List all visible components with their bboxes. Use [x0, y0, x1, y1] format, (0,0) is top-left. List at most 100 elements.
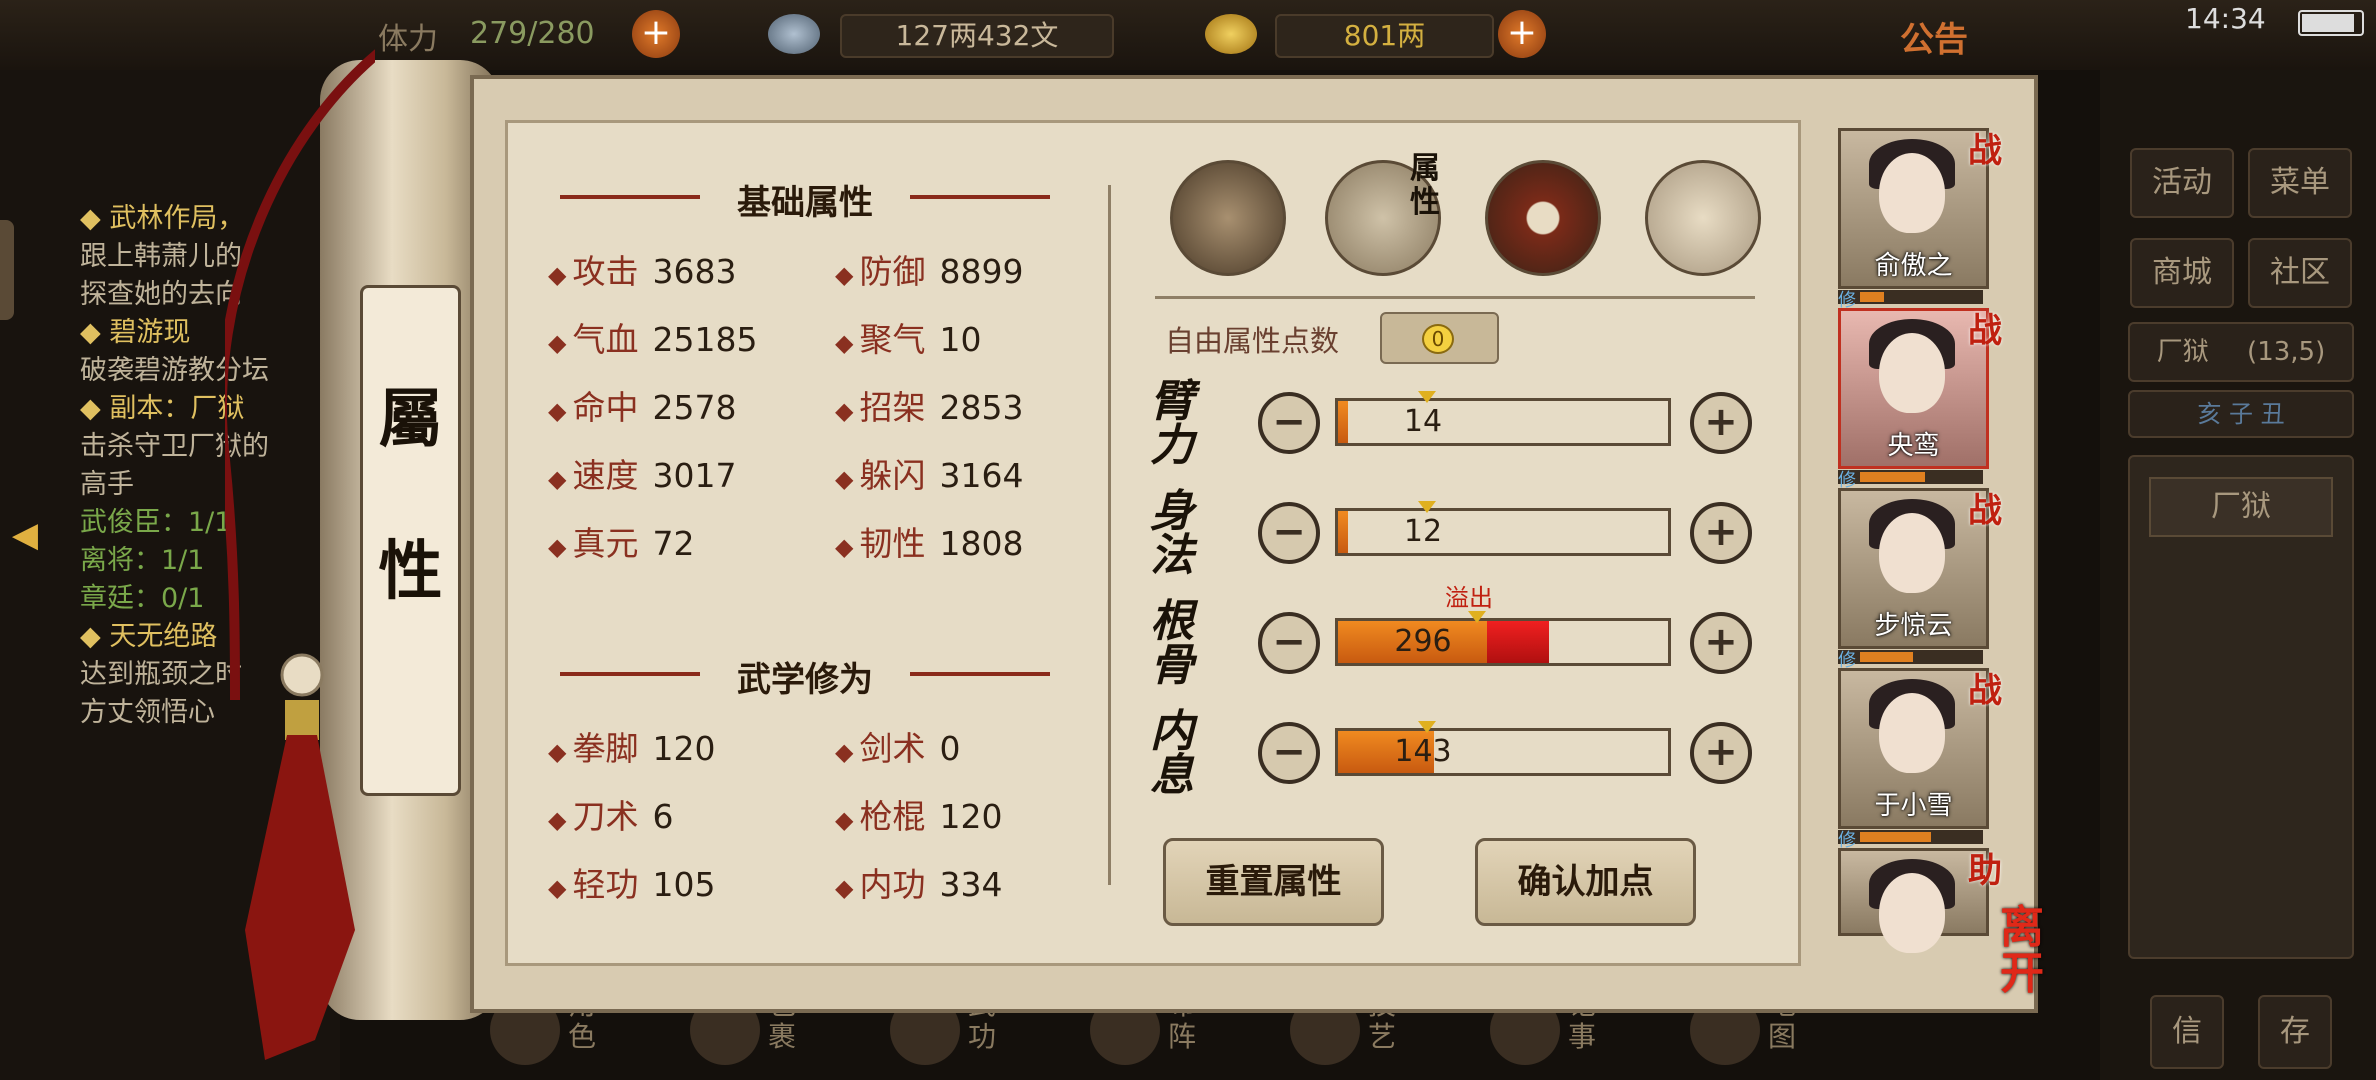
diamond-icon: ◆ — [548, 533, 567, 561]
menu-button[interactable]: 菜单 — [2248, 148, 2352, 218]
diamond-icon: ◆ — [548, 261, 567, 289]
character-portrait-tab[interactable] — [1170, 160, 1286, 276]
add-stamina-button[interactable]: + — [632, 10, 680, 58]
gold-ingot-icon — [1205, 14, 1257, 54]
diamond-icon: ◆ — [548, 397, 567, 425]
reset-attributes-button[interactable]: 重置属性 — [1163, 838, 1384, 926]
stamina-value: 279/280 — [470, 16, 595, 51]
increase-button[interactable]: + — [1690, 722, 1752, 784]
title-ornament-right — [910, 672, 1050, 676]
role-tag: 战 — [1968, 131, 2002, 171]
basic-stat: ◆ 命中 2578 — [548, 381, 736, 429]
increase-button[interactable]: + — [1690, 612, 1752, 674]
stat-value: 2578 — [652, 388, 737, 427]
stat-value: 72 — [652, 524, 695, 563]
letter-button[interactable]: 信 — [2150, 995, 2224, 1069]
diamond-icon: ◆ — [548, 738, 567, 766]
title-ornament-right — [910, 195, 1050, 199]
role-tag: 战 — [1968, 311, 2002, 351]
attribute-name: 根骨 — [1150, 596, 1194, 691]
attribute-bar: 14 — [1335, 391, 1671, 446]
basic-stat: ◆ 真元 72 — [548, 517, 694, 565]
martial-stat: ◆ 剑术 0 — [835, 722, 960, 770]
basic-stat: ◆ 聚气 10 — [835, 313, 981, 361]
attribute-value: 14 — [1403, 404, 1443, 439]
diamond-icon: ◆ — [548, 465, 567, 493]
face — [1879, 873, 1945, 953]
member-name: 俞傲之 — [1874, 251, 1953, 281]
location-name: 厂狱 — [2156, 337, 2209, 367]
confirm-points-button[interactable]: 确认加点 — [1475, 838, 1696, 926]
party-member-portrait[interactable]: 战央鸾 — [1838, 308, 2002, 469]
diamond-icon: ◆ — [835, 533, 854, 561]
party-member-portrait[interactable]: 战俞傲之 — [1838, 128, 2002, 289]
meridian-body-tab[interactable] — [1645, 160, 1761, 276]
gold-display: 801两 — [1275, 14, 1494, 58]
member-name: 步惊云 — [1874, 611, 1953, 641]
stat-name: 轻功 — [572, 865, 639, 904]
member-name: 于小雪 — [1874, 791, 1953, 821]
panel-divider — [1108, 185, 1111, 885]
cultivation-bar: 修 — [1838, 290, 1983, 311]
cultivation-fill — [1860, 652, 1914, 662]
save-button[interactable]: 存 — [2258, 995, 2332, 1069]
diamond-icon: ◆ — [835, 874, 854, 902]
stat-value: 10 — [939, 320, 982, 359]
stat-value: 120 — [939, 797, 1003, 836]
bagua-tab[interactable] — [1485, 160, 1601, 276]
stat-value: 120 — [652, 729, 716, 768]
leave-button[interactable]: 离开 — [2000, 905, 2044, 997]
scroll-title-char-1: 屬 — [378, 382, 443, 457]
martial-stat: ◆ 轻功 105 — [548, 858, 715, 906]
basic-attributes-title: 基础属性 — [737, 183, 873, 223]
party-member-portrait[interactable]: 战于小雪 — [1838, 668, 2002, 829]
member-name: 央鸾 — [1887, 431, 1940, 461]
minimap[interactable]: 厂狱 — [2128, 455, 2354, 959]
attribute-value: 12 — [1403, 514, 1443, 549]
side-tab[interactable] — [0, 220, 14, 320]
cultivation-bar: 修 — [1838, 830, 1983, 851]
community-button[interactable]: 社区 — [2248, 238, 2352, 308]
attribute-tab-label: 属性 — [1410, 151, 1440, 220]
attribute-bar: 143 — [1335, 721, 1671, 776]
martial-title: 武学修为 — [737, 660, 873, 700]
money-display: 127两432文 — [840, 14, 1114, 58]
role-tag: 战 — [1968, 491, 2002, 531]
time-row: 亥 子 丑 — [2128, 390, 2354, 438]
stat-value: 3683 — [652, 252, 737, 291]
stat-value: 25185 — [652, 320, 758, 359]
location-coords: (13,5) — [2247, 337, 2326, 367]
stat-value: 3164 — [939, 456, 1024, 495]
stat-name: 真元 — [572, 524, 639, 563]
decrease-button[interactable]: − — [1258, 722, 1320, 784]
stamina-label: 体力 — [378, 22, 438, 57]
martial-stat: ◆ 枪棍 120 — [835, 790, 1002, 838]
cultivation-fill — [1860, 472, 1925, 482]
free-points-value: 0 — [1422, 324, 1454, 354]
diamond-icon: ◆ — [835, 738, 854, 766]
activity-button[interactable]: 活动 — [2130, 148, 2234, 218]
stat-value: 6 — [652, 797, 674, 836]
attribute-value: 143 — [1394, 734, 1452, 769]
stat-name: 招架 — [859, 388, 926, 427]
increase-button[interactable]: + — [1690, 502, 1752, 564]
attribute-name: 臂力 — [1150, 376, 1194, 471]
decrease-button[interactable]: − — [1258, 612, 1320, 674]
notice-button[interactable]: 公告 — [1900, 12, 1968, 61]
left-arrow-icon[interactable]: ◀ — [0, 505, 50, 565]
party-member-portrait[interactable]: 助 — [1838, 848, 2002, 953]
stat-name: 命中 — [572, 388, 639, 427]
face — [1879, 153, 1945, 233]
party-member-portrait[interactable]: 战步惊云 — [1838, 488, 2002, 649]
stat-value: 3017 — [652, 456, 737, 495]
clock-text: 14:34 — [2185, 2, 2266, 35]
stat-name: 聚气 — [859, 320, 926, 359]
stat-value: 105 — [652, 865, 716, 904]
decrease-button[interactable]: − — [1258, 502, 1320, 564]
decrease-button[interactable]: − — [1258, 392, 1320, 454]
diamond-icon: ◆ — [835, 329, 854, 357]
add-gold-button[interactable]: + — [1498, 10, 1546, 58]
diamond-icon: ◆ — [835, 465, 854, 493]
increase-button[interactable]: + — [1690, 392, 1752, 454]
shop-button[interactable]: 商城 — [2130, 238, 2234, 308]
